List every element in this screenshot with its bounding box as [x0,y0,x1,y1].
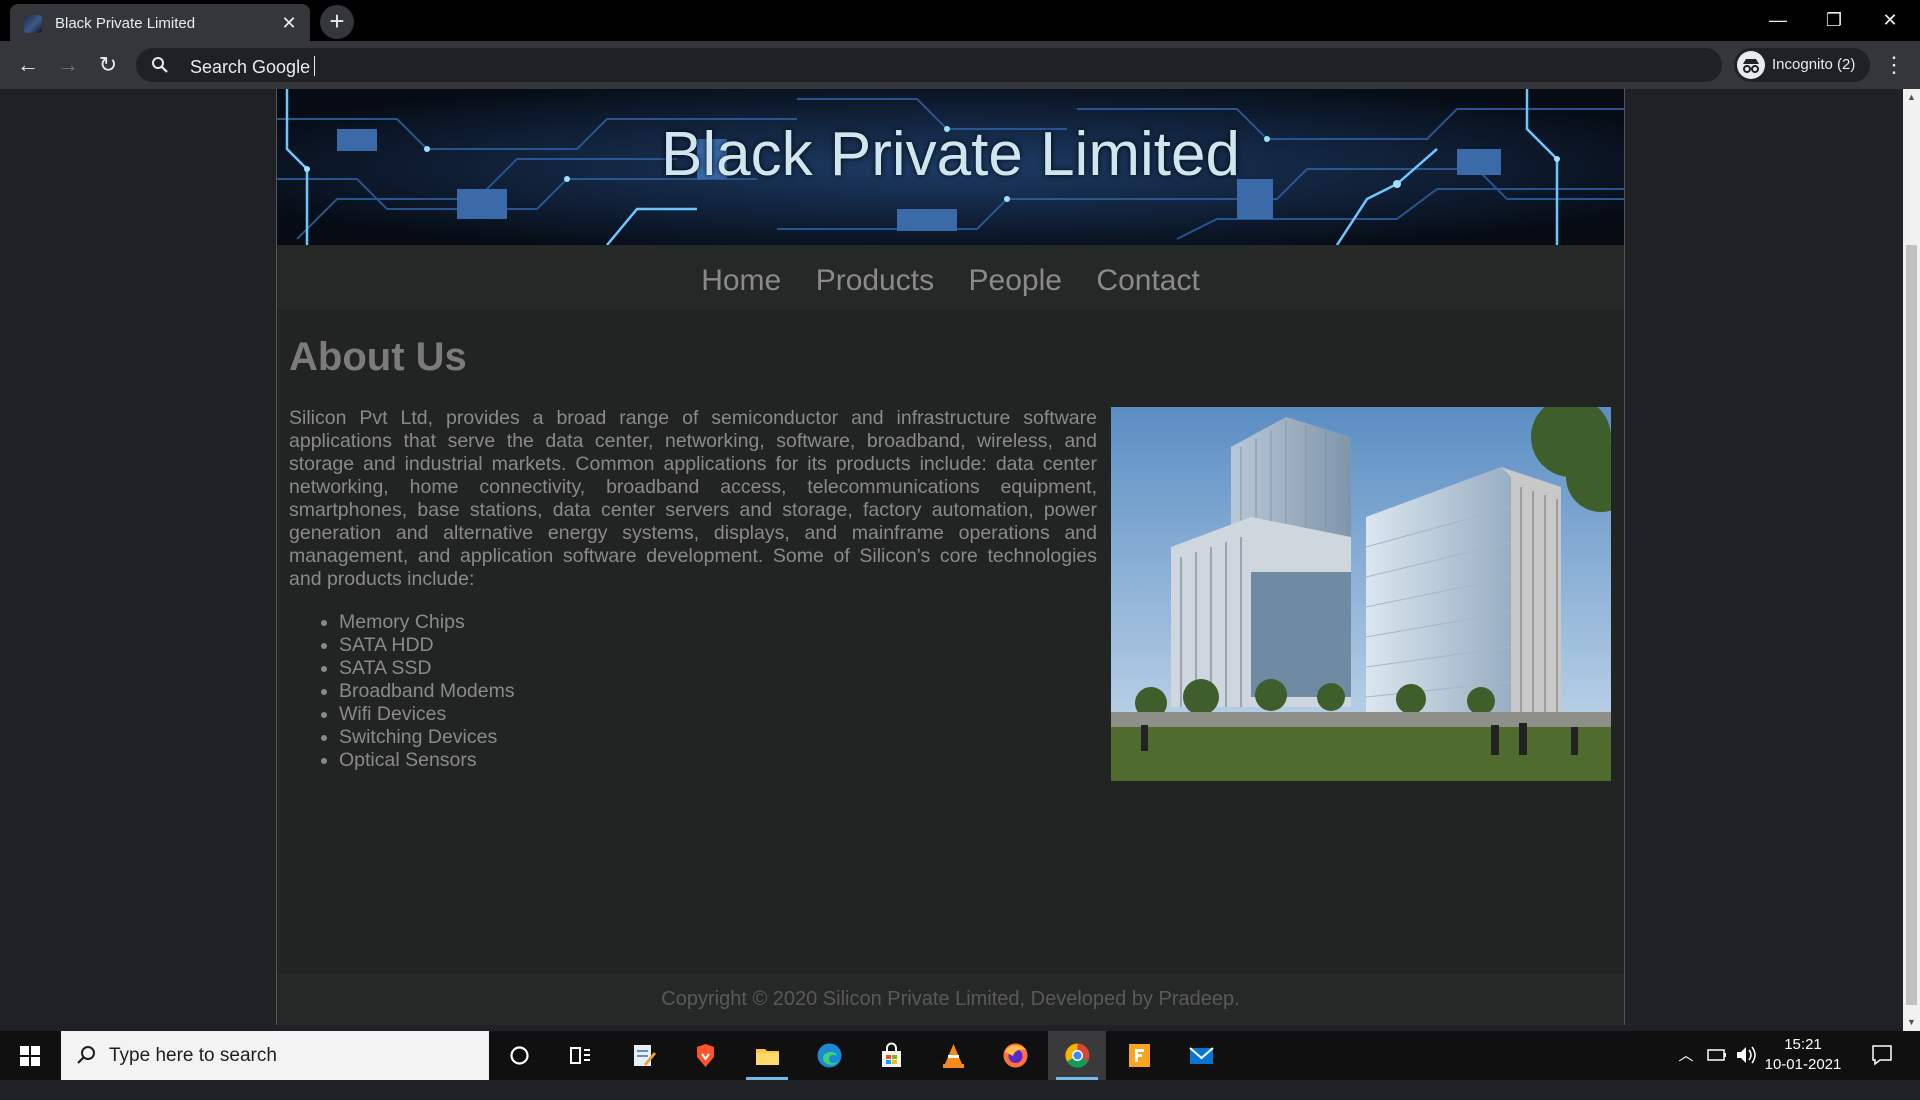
search-icon [152,57,168,73]
nav-people-link[interactable]: People [969,245,1062,317]
office-building-image [1111,407,1611,781]
page-scrollbar[interactable]: ▲ ▼ [1903,89,1920,1031]
chrome-icon[interactable] [1048,1031,1106,1080]
search-placeholder: Type here to search [109,1045,277,1066]
tab-strip: Black Private Limited ✕ + — ❐ ✕ [0,0,1920,41]
site-navigation: Home Products People Contact [277,245,1624,309]
notepad-icon[interactable] [614,1031,672,1080]
edge-icon[interactable] [800,1031,858,1080]
scroll-thumb[interactable] [1906,245,1917,1005]
list-item: Memory Chips [339,611,515,634]
product-list: Memory Chips SATA HDD SATA SSD Broadband… [339,611,515,772]
minimize-button[interactable]: — [1750,0,1806,40]
about-paragraph: Silicon Pvt Ltd, provides a broad range … [289,407,1097,590]
mail-icon[interactable] [1172,1031,1230,1080]
reload-button[interactable]: ↻ [92,49,124,81]
scroll-down-icon[interactable]: ▼ [1903,1014,1920,1031]
vlc-icon[interactable] [924,1031,982,1080]
close-tab-icon[interactable]: ✕ [278,12,300,34]
list-item: SATA HDD [339,634,515,657]
incognito-profile-button[interactable]: Incognito (2) [1734,48,1870,82]
address-text: Search Google [190,57,311,77]
site-container: Black Private Limited Home Products Peop… [276,89,1625,1025]
store-icon[interactable] [862,1031,920,1080]
tab-title: Black Private Limited [55,15,196,32]
restore-button[interactable]: ❐ [1806,0,1862,40]
foxit-icon[interactable] [1110,1031,1168,1080]
list-item: Broadband Modems [339,680,515,703]
about-heading: About Us [289,335,467,379]
search-icon [77,1046,95,1064]
nav-home-link[interactable]: Home [701,245,781,317]
browser-menu-icon[interactable]: ⋮ [1880,49,1908,81]
clock-time: 15:21 [1784,1036,1822,1053]
address-bar[interactable]: Search Google [136,48,1722,82]
list-item: Wifi Devices [339,703,515,726]
new-tab-button[interactable]: + [320,5,354,39]
taskbar: Type here to search ︿ 15:21 10-01-2021 [0,1031,1920,1080]
file-explorer-icon[interactable] [738,1031,796,1080]
start-button[interactable] [0,1031,60,1080]
task-view-icon[interactable] [550,1031,608,1080]
back-button[interactable]: ← [12,49,44,81]
notifications-icon[interactable] [1862,1031,1902,1080]
volume-icon[interactable] [1732,1031,1760,1080]
header-banner: Black Private Limited [277,89,1624,245]
system-clock[interactable]: 15:21 10-01-2021 [1760,1035,1846,1075]
site-favicon-icon [24,15,42,33]
list-item: SATA SSD [339,657,515,680]
firefox-icon[interactable] [986,1031,1044,1080]
show-hidden-icons-icon[interactable]: ︿ [1672,1031,1700,1080]
page-viewport: Black Private Limited Home Products Peop… [0,89,1903,1031]
site-footer: Copyright © 2020 Silicon Private Limited… [277,973,1624,1025]
browser-toolbar: ← → ↻ Search Google Incognito (2) ⋮ [0,41,1920,89]
site-title: Black Private Limited [661,120,1240,189]
taskbar-search-box[interactable]: Type here to search [61,1031,489,1080]
incognito-icon [1737,51,1765,79]
forward-button[interactable]: → [52,49,84,81]
brave-icon[interactable] [676,1031,734,1080]
browser-tab[interactable]: Black Private Limited ✕ [10,4,310,41]
nav-contact-link[interactable]: Contact [1096,245,1199,317]
profile-label: Incognito (2) [1772,56,1856,73]
close-window-button[interactable]: ✕ [1862,0,1918,40]
windows-logo-icon [20,1046,40,1066]
cortana-icon[interactable] [490,1031,548,1080]
list-item: Switching Devices [339,726,515,749]
nav-products-link[interactable]: Products [816,245,934,317]
clock-date: 10-01-2021 [1764,1056,1842,1073]
battery-icon[interactable] [1703,1031,1731,1080]
list-item: Optical Sensors [339,749,515,772]
scroll-up-icon[interactable]: ▲ [1903,89,1920,106]
